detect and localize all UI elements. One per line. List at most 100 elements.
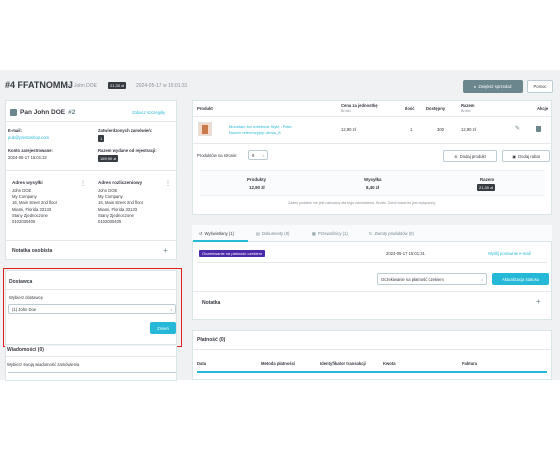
shipping-address-title: Adres wysyłki [12,180,43,185]
shipping-address-lines: John DOE My Company 16, Main street 2nd … [12,188,57,225]
email-label: E-mail: [8,128,22,133]
divider [5,289,177,290]
product-available: 300 [437,127,444,132]
tab-carriers[interactable]: ▩ Przewoźnicy (1) [312,231,348,236]
col-total: Razem [461,103,475,108]
spent-label: Razem wydane od rejestracji: [98,148,157,153]
messages-select-edge [8,372,176,373]
order-total-badge: 21,30 zł [108,82,127,89]
delete-icon[interactable] [536,126,541,132]
divider [192,349,552,350]
products-card [192,100,552,215]
supplier-selected-value: (1) John Doe [12,306,37,312]
billing-address-menu-icon[interactable]: ⋮ [165,180,171,187]
add-note-icon[interactable]: + [163,246,168,255]
notebook-icon [202,124,208,134]
help-button[interactable]: Pomoc [527,80,553,93]
product-name-link[interactable]: Mountain fox notebook Style : Plain Nume… [229,124,292,135]
divider [5,240,177,241]
tab-status[interactable]: ↺ Wyświetlany (1) [199,231,234,236]
customer-name: Pan John DOE [20,109,66,116]
totals-panel [200,170,545,196]
payment-col-transaction: Identyfikator transakcji [320,361,366,366]
order-reference: #4 FFATNOMMJ [5,80,73,90]
change-supplier-button[interactable]: Zmień [150,322,176,334]
sum-products-label: Produkty [247,177,267,182]
payment-title: Płatność (0) [197,337,226,343]
document-icon: ▤ [256,231,260,236]
order-customer-from: od John DOE [67,83,98,89]
status-date: 2024-05-17 15:01:31 [386,251,425,256]
payment-col-invoice: Faktura [462,361,478,366]
chevron-updown-icon: ↕ [170,306,172,312]
private-note-title: Notatka osobista [12,248,53,254]
registered-date: 2024-05-17 15:01:22 [8,155,47,160]
truck-icon: ▩ [312,231,316,236]
col-total-sub: Brutto [461,109,471,113]
per-page-label: Produktów na stronie: [197,153,238,158]
customer-id: #2 [68,109,76,116]
return-icon: ↻ [369,231,373,236]
customer-email-link[interactable]: pub@prestashop.com [8,135,49,140]
product-thumbnail[interactable] [198,122,212,136]
edit-icon[interactable]: ✎ [515,125,520,132]
payment-header-underline [197,371,547,373]
resend-email-link[interactable]: Wyślij ponownie e-mail [488,251,531,256]
cart-icon: ▸ [474,84,477,89]
per-page-select[interactable]: 8 ↕ [248,150,268,160]
tab-documents[interactable]: ▤ Dokumenty (0) [256,231,289,236]
spent-badge: 169,90 zł [98,155,119,162]
chevron-updown-icon: ↕ [262,152,264,158]
customer-details-link[interactable]: Zobacz szczegóły [132,110,165,115]
add-note-icon[interactable]: + [536,297,541,306]
active-tab-indicator [193,240,248,242]
address-line: 0102030405 [12,219,36,225]
product-reference: Numer referencyjny: demo_8 [229,129,281,135]
billing-address-lines: John DOE My Company 16, Main street 2nd … [98,188,143,225]
messages-title: Wiadomości (0) [7,347,44,353]
registered-label: Konto zarejestrowane: [8,148,53,153]
col-available: Dostępny [426,106,446,111]
product-quantity: 1 [410,127,413,132]
per-page-value: 8 [252,152,255,158]
supplier-title: Dostawca [9,279,33,285]
sum-shipping-value: 8,40 zł [366,185,380,190]
sum-total-badge: 21,30 zł [477,184,496,191]
shipping-address-menu-icon[interactable]: ⋮ [80,180,86,187]
billing-address-title: Adres rozliczeniowy [98,180,143,185]
tax-note: Żaden podatek nie jest naliczany dla teg… [288,201,436,205]
col-actions: Akcje [537,106,549,111]
address-line: 16, Main street 2nd floor [12,200,58,206]
product-name: Mountain fox notebook Style : Plain [229,124,292,129]
address-line: 16, Main street 2nd floor [98,200,144,206]
address-line: Miami, Florida 33133 [12,206,52,212]
messages-select-label: Wybierz swoją wiadomość zamówienia [7,362,80,367]
customer-header: Pan John DOE #2 [10,109,75,116]
payment-col-date: Data [197,361,207,366]
status-badge: Oczekiwanie na płatność czekiem [199,250,266,257]
order-date: 2024-05-17 w 15:01:31 [136,83,188,89]
address-line: 0102030405 [98,219,122,225]
order-status-select[interactable]: Oczekiwanie na płatność czekiem ↕ [377,273,487,285]
payment-col-method: Metoda płatności [261,361,296,366]
supplier-select[interactable]: (1) John Doe ↕ [8,304,176,314]
validated-orders-label: Zatwierdzonych zamówień: [98,128,153,133]
note-title: Notatka [202,300,221,306]
divider [192,116,552,117]
user-icon [10,109,17,116]
col-quantity: Ilość [405,106,415,111]
add-discount-button[interactable]: ▣ Dodaj rabat [502,150,550,162]
order-status-value: Oczekiwanie na płatność czekiem [381,276,444,282]
address-line: Miami, Florida 33133 [98,206,138,212]
change-status-button[interactable]: ▸ Zwiększ sprzedaż [463,80,523,93]
update-status-button[interactable]: Aktualizacja statusu [492,273,549,285]
divider [192,143,552,144]
col-unit-price-sub: Brutto [341,109,351,113]
sum-shipping-label: Wysyłka [364,177,382,182]
product-total: 12,90 zł [461,127,476,132]
tab-returns[interactable]: ↻ Zwroty produktów (0) [369,231,414,236]
plus-circle-icon: ⊕ [454,153,458,159]
sum-products-value: 12,90 zł [249,185,265,190]
ticket-icon: ▣ [512,153,517,159]
add-product-button[interactable]: ⊕ Dodaj produkt [443,150,497,162]
